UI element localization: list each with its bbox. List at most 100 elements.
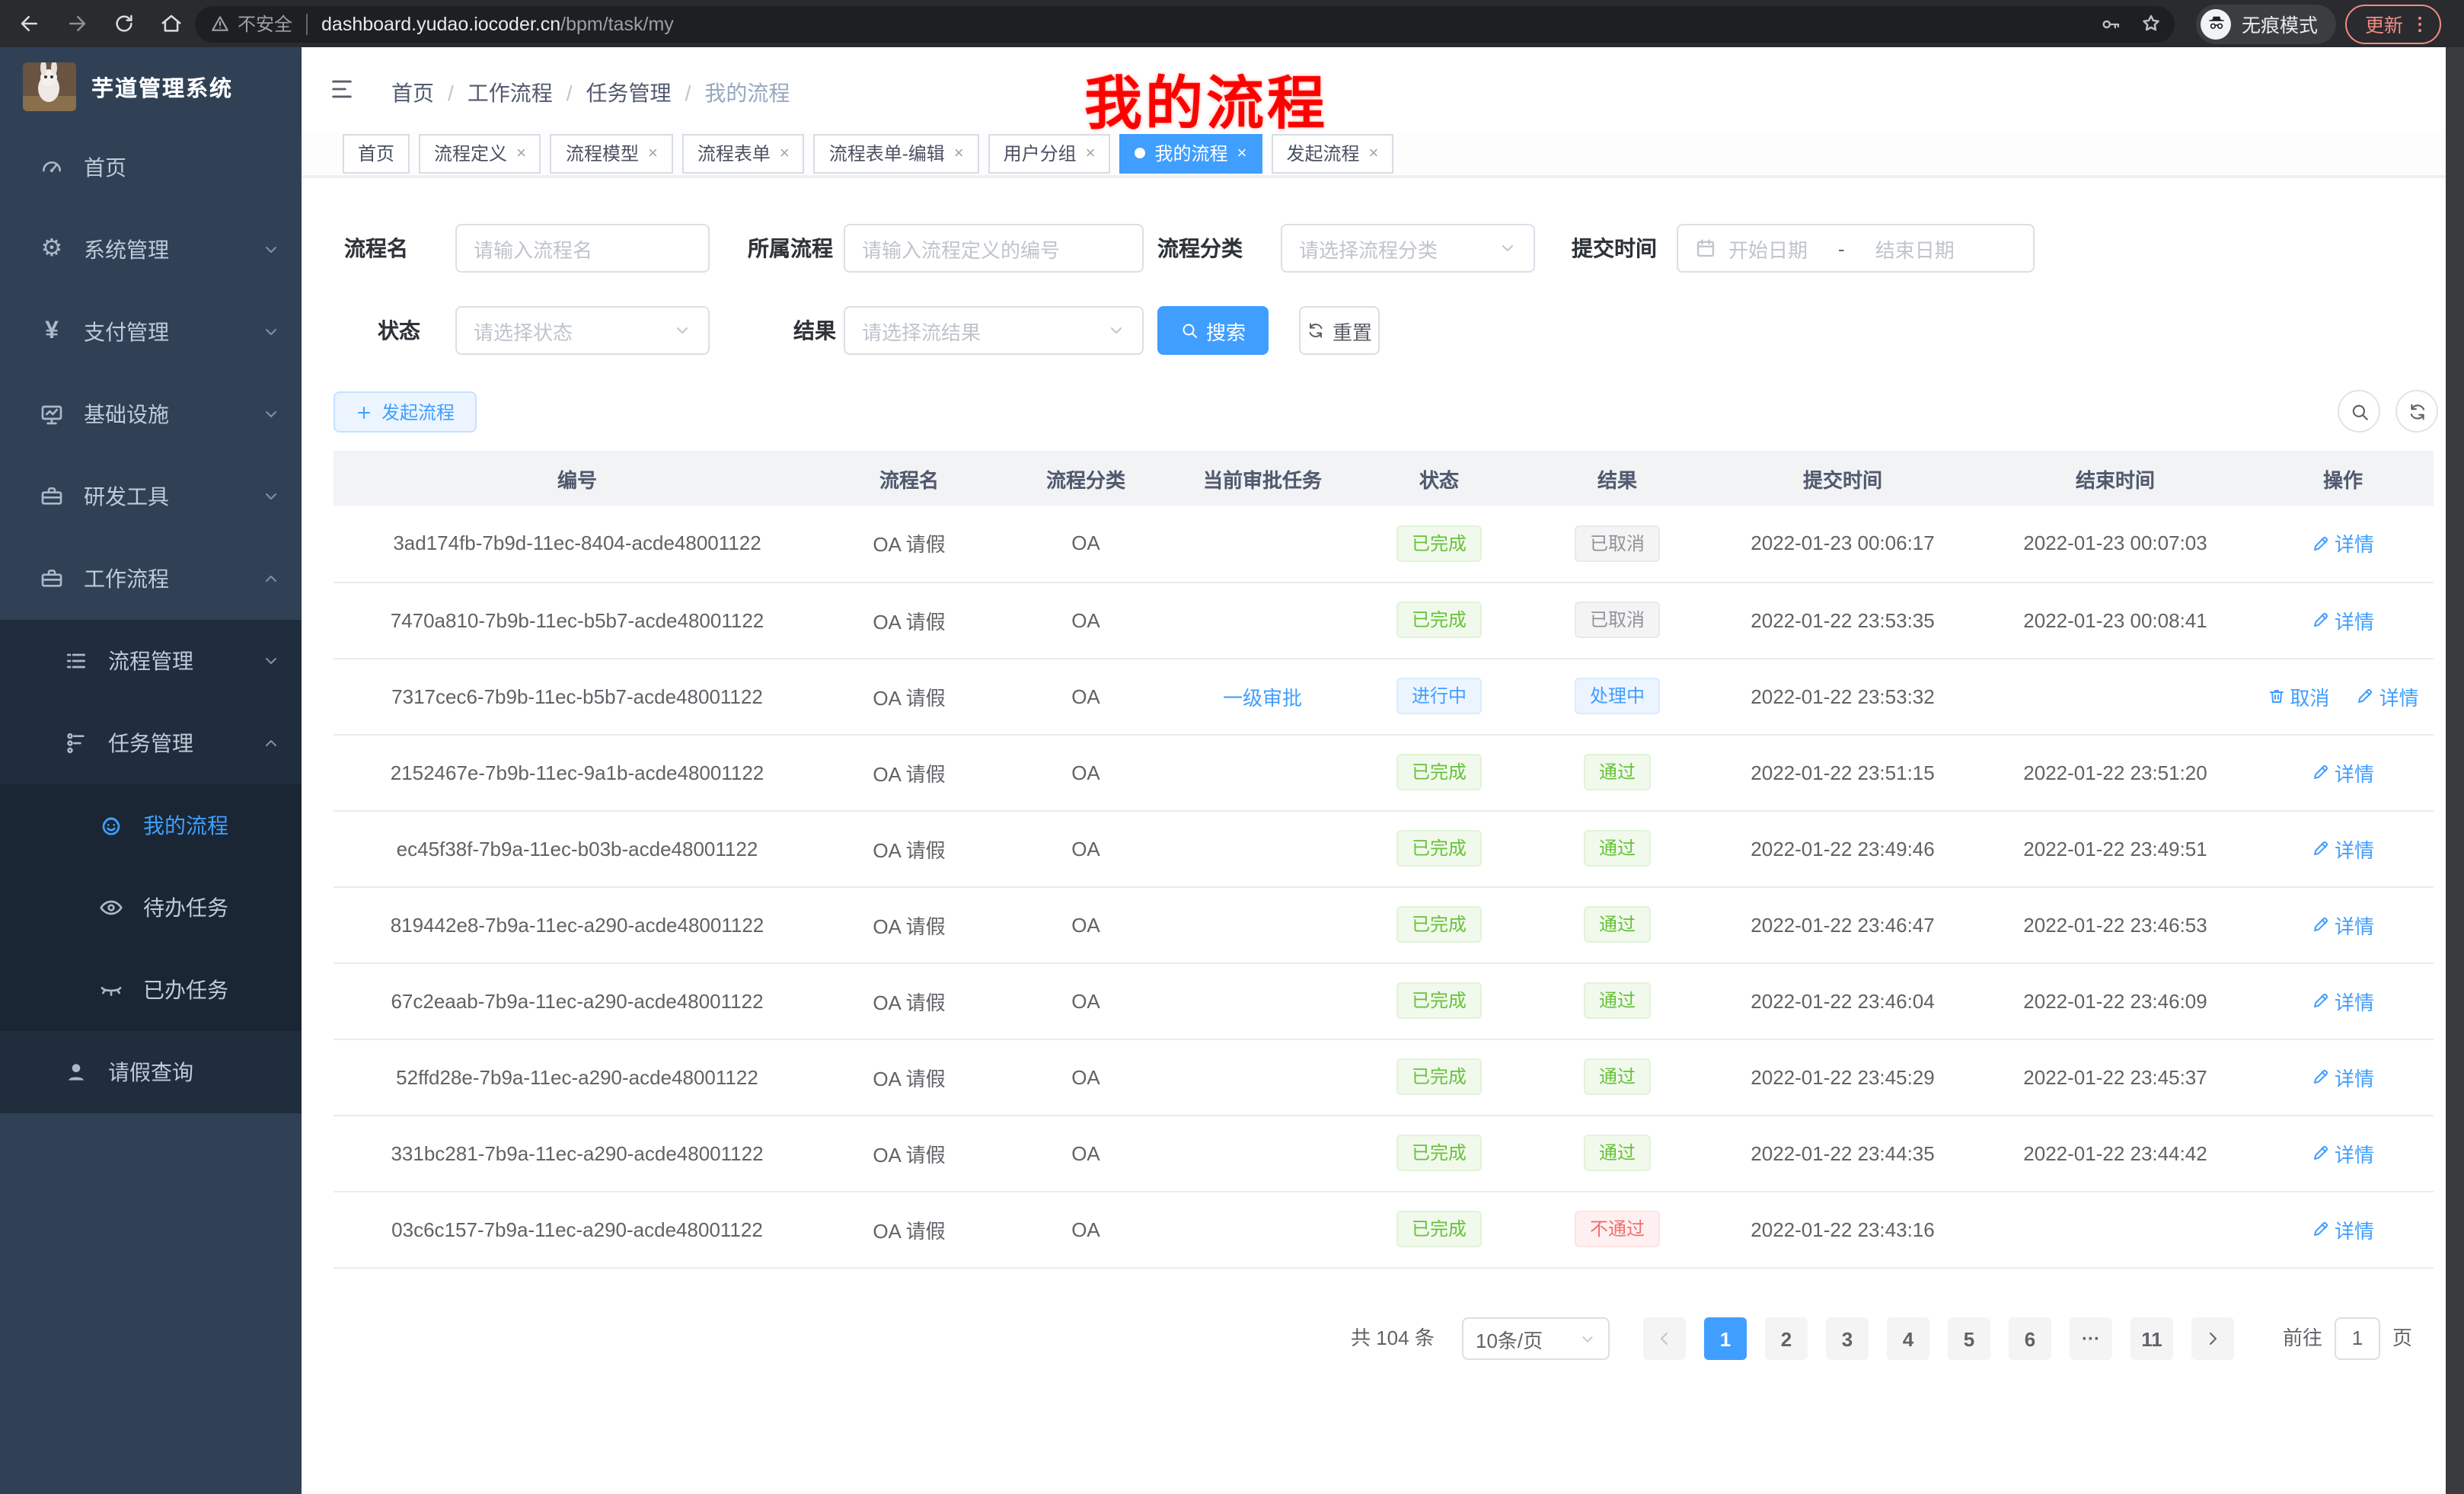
hamburger-icon[interactable] [329, 76, 355, 102]
breadcrumb-item[interactable]: 工作流程 [468, 78, 553, 108]
cell-current-task [1174, 734, 1351, 810]
detail-action-link[interactable]: 详情 [2312, 986, 2374, 1015]
close-icon[interactable]: × [516, 144, 526, 162]
sidebar-item-6[interactable]: 流程管理 [0, 620, 302, 702]
reset-button-label: 重置 [1333, 316, 1372, 345]
cell-status: 已完成 [1351, 810, 1527, 886]
sidebar-item-0[interactable]: 首页 [0, 126, 302, 209]
category-select[interactable]: 请选择流程分类 [1281, 224, 1535, 273]
menu-dots-icon[interactable] [2409, 13, 2430, 34]
goto-page-input[interactable]: 1 [2335, 1317, 2380, 1360]
close-icon[interactable]: × [648, 144, 658, 162]
cell-submit-time: 2022-01-22 23:53:35 [1707, 582, 1978, 658]
chevron-down-icon [673, 321, 691, 340]
table-search-toggle-button[interactable] [2338, 390, 2380, 433]
current-task-link[interactable]: 一级审批 [1223, 686, 1302, 709]
pen-icon [2312, 611, 2330, 629]
column-header: 提交时间 [1707, 451, 1978, 506]
more-pages-button[interactable]: ··· [2070, 1317, 2112, 1360]
incognito-label: 无痕模式 [2242, 9, 2318, 38]
detail-action-link[interactable]: 详情 [2357, 682, 2419, 710]
prev-page-button[interactable] [1643, 1317, 1686, 1360]
action-label: 详情 [2379, 682, 2419, 710]
cell-submit-time: 2022-01-22 23:51:15 [1707, 734, 1978, 810]
cell-id: 331bc281-7b9a-11ec-a290-acde48001122 [334, 1115, 821, 1191]
table-refresh-button[interactable] [2395, 390, 2438, 433]
sidebar-item-10[interactable]: 已办任务 [0, 949, 302, 1031]
update-button[interactable]: 更新 [2345, 4, 2441, 43]
page-button-4[interactable]: 4 [1887, 1317, 1929, 1360]
close-icon[interactable]: × [954, 144, 964, 162]
page-size-select[interactable]: 10条/页 [1462, 1317, 1610, 1360]
sidebar-item-8[interactable]: 我的流程 [0, 784, 302, 867]
back-icon[interactable] [11, 5, 47, 42]
browser-scrollbar[interactable] [2446, 47, 2464, 1494]
face-icon [97, 813, 125, 838]
cell-submit-time: 2022-01-22 23:45:29 [1707, 1039, 1978, 1115]
process-definition-input[interactable]: 请输入流程定义的编号 [844, 224, 1144, 273]
tab-4[interactable]: 流程表单-编辑 × [814, 133, 979, 173]
page-button-2[interactable]: 2 [1765, 1317, 1808, 1360]
result-badge: 不通过 [1575, 1211, 1660, 1247]
forward-icon[interactable] [58, 5, 94, 42]
status-select[interactable]: 请选择状态 [455, 306, 710, 355]
page-button-11[interactable]: 11 [2130, 1317, 2173, 1360]
detail-action-link[interactable]: 详情 [2312, 1215, 2374, 1243]
process-name-input[interactable]: 请输入流程名 [455, 224, 710, 273]
next-page-button[interactable] [2191, 1317, 2234, 1360]
search-button[interactable]: 搜索 [1157, 306, 1269, 355]
incognito-badge: 无痕模式 [2196, 4, 2336, 43]
detail-action-link[interactable]: 详情 [2312, 605, 2374, 634]
detail-action-link[interactable]: 详情 [2312, 834, 2374, 863]
start-process-button[interactable]: 发起流程 [334, 391, 477, 433]
cell-result: 通过 [1527, 886, 1707, 962]
detail-action-link[interactable]: 详情 [2312, 529, 2374, 558]
status-badge: 已完成 [1396, 830, 1482, 867]
result-select[interactable]: 请选择流结果 [844, 306, 1144, 355]
home-icon[interactable] [152, 5, 189, 42]
cell-actions: 详情 [2252, 886, 2434, 962]
detail-action-link[interactable]: 详情 [2312, 1062, 2374, 1091]
result-badge: 通过 [1584, 754, 1651, 790]
close-icon[interactable]: × [780, 144, 790, 162]
app-logo-row[interactable]: 芋道管理系统 [0, 47, 302, 126]
sidebar-item-5[interactable]: 工作流程 [0, 538, 302, 620]
detail-action-link[interactable]: 详情 [2312, 910, 2374, 939]
detail-action-link[interactable]: 详情 [2312, 1138, 2374, 1167]
chevron-up-icon [262, 734, 280, 752]
process-name-placeholder: 请输入流程名 [474, 234, 691, 263]
sidebar-item-3[interactable]: 基础设施 [0, 373, 302, 455]
tab-0[interactable]: 首页 [343, 133, 410, 173]
tab-3[interactable]: 流程表单 × [682, 133, 805, 173]
cell-end-time: 2022-01-23 00:07:03 [1978, 506, 2252, 582]
sidebar-item-11[interactable]: 请假查询 [0, 1031, 302, 1113]
sidebar-item-7[interactable]: 任务管理 [0, 702, 302, 784]
page-button-1[interactable]: 1 [1704, 1317, 1747, 1360]
breadcrumb-item[interactable]: 任务管理 [586, 78, 672, 108]
breadcrumb-item[interactable]: 首页 [391, 78, 434, 108]
key-icon[interactable] [2100, 13, 2121, 34]
sidebar-item-4[interactable]: 研发工具 [0, 455, 302, 538]
column-header: 状态 [1351, 451, 1527, 506]
page-button-3[interactable]: 3 [1826, 1317, 1869, 1360]
reset-button[interactable]: 重置 [1299, 306, 1380, 355]
reload-icon[interactable] [105, 5, 142, 42]
address-bar[interactable]: 不安全 dashboard.yudao.iocoder.cn/bpm/task/… [195, 5, 2175, 42]
sidebar-item-9[interactable]: 待办任务 [0, 867, 302, 949]
sidebar-item-1[interactable]: ⚙ 系统管理 [0, 209, 302, 291]
cancel-action-link[interactable]: 取消 [2267, 682, 2329, 710]
page-button-6[interactable]: 6 [2009, 1317, 2051, 1360]
close-icon[interactable]: × [1237, 144, 1247, 162]
page-button-5[interactable]: 5 [1948, 1317, 1990, 1360]
close-icon[interactable]: × [1368, 144, 1378, 162]
sidebar-item-2[interactable]: ¥ 支付管理 [0, 291, 302, 373]
pager: 123456 ··· 11 [1643, 1317, 2234, 1360]
warning-icon [210, 14, 230, 34]
tab-1[interactable]: 流程定义 × [419, 133, 541, 173]
column-header: 操作 [2252, 451, 2434, 506]
bookmark-star-icon[interactable] [2140, 12, 2162, 35]
tab-2[interactable]: 流程模型 × [551, 133, 673, 173]
detail-action-link[interactable]: 详情 [2312, 758, 2374, 787]
date-range-picker[interactable]: 开始日期 - 结束日期 [1677, 224, 2035, 273]
close-icon[interactable]: × [1086, 144, 1096, 162]
